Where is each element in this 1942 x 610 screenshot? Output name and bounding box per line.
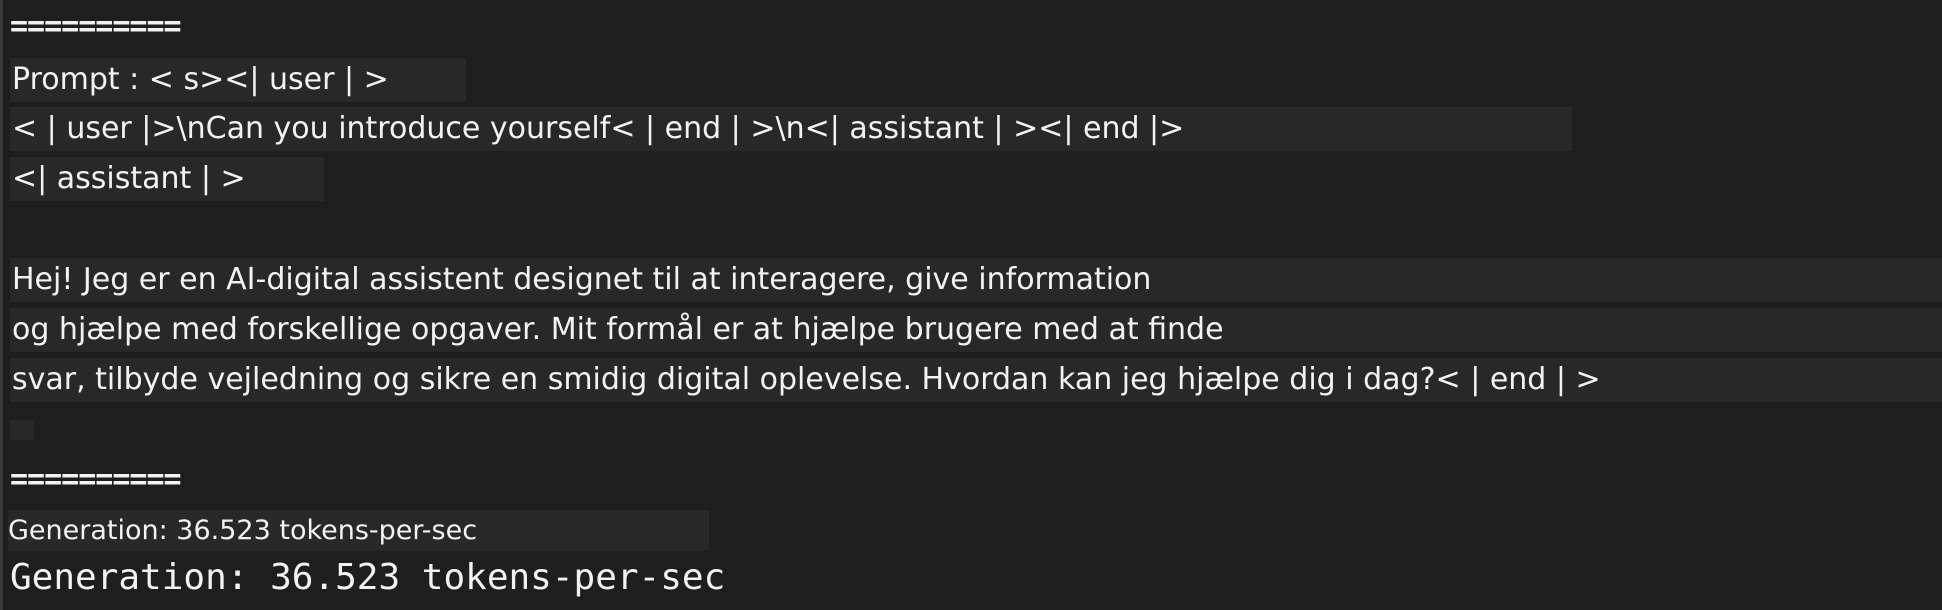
separator-bottom: ========== xyxy=(10,462,182,497)
window-edge xyxy=(0,0,3,610)
prompt-line-2: < | user |>\nCan you introduce yourself<… xyxy=(10,107,1572,151)
generation-speed-rendered: Generation: 36.523 tokens-per-sec xyxy=(8,510,709,551)
response-line-2: og hjælpe med forskellige opgaver. Mit f… xyxy=(10,308,1942,352)
response-line-1: Hej! Jeg er en AI-digital assistent desi… xyxy=(10,258,1942,302)
artifact-block xyxy=(10,420,34,440)
prompt-line-3: <| assistant | > xyxy=(10,157,324,201)
response-line-3: svar, tilbyde vejledning og sikre en smi… xyxy=(10,358,1942,402)
separator-top: ========== xyxy=(10,9,182,44)
generation-speed-terminal: Generation: 36.523 tokens-per-sec xyxy=(10,557,726,598)
prompt-line-1: Prompt : < s><| user | > xyxy=(10,58,466,102)
